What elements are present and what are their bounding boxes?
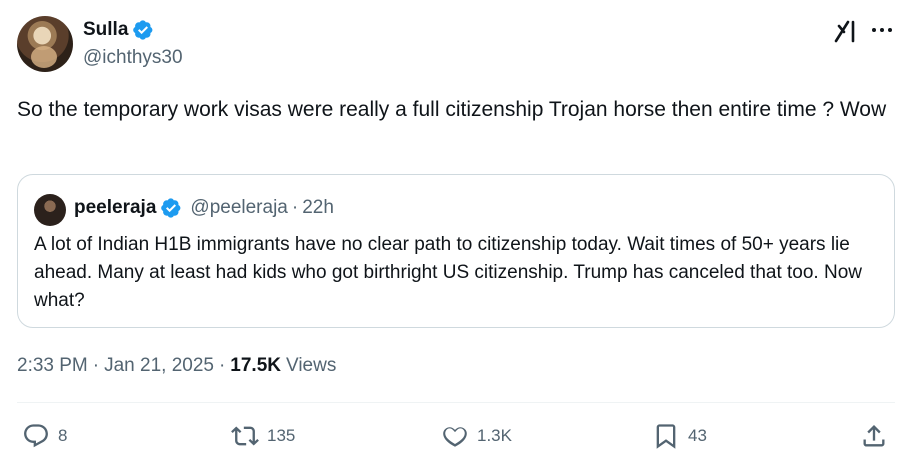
more-icon[interactable] [872,28,894,34]
tweet: Sulla @ichthys30 So the temporary work v… [0,0,904,460]
tweet-meta: 2:33 PM · Jan 21, 2025 · 17.5K Views [17,355,336,377]
tweet-date[interactable]: Jan 21, 2025 [104,355,214,377]
repost-button[interactable]: 135 [231,416,295,456]
reply-count: 8 [58,426,68,445]
quote-time[interactable]: 22h [302,197,334,219]
like-button[interactable]: 1.3K [441,416,512,456]
views-count: 17.5K [230,355,281,376]
verified-badge-icon[interactable] [132,19,154,41]
tweet-time[interactable]: 2:33 PM [17,355,88,377]
meta-separator: · [218,355,226,376]
author-avatar[interactable] [17,16,73,72]
quoted-tweet[interactable]: peeleraja @peeleraja · 22h A lot of Indi… [17,174,895,328]
share-button[interactable] [860,416,888,456]
quote-text: A lot of Indian H1B immigrants have no c… [34,234,863,311]
like-icon [443,427,467,447]
reply-button[interactable]: 8 [22,416,67,456]
share-icon [863,425,885,447]
like-count: 1.3K [477,426,512,445]
repost-icon [231,426,259,446]
bookmark-count: 43 [688,426,707,445]
bookmark-icon [656,424,676,449]
author-handle[interactable]: @ichthys30 [83,47,183,69]
quote-verified-badge-icon[interactable] [160,197,182,219]
divider [17,402,895,403]
action-bar: 8 135 1.3K 43 [0,416,904,456]
author-name-row: Sulla [83,19,154,41]
bookmark-button[interactable]: 43 [652,416,707,456]
grok-icon[interactable] [833,18,859,44]
meta-separator: · [92,355,100,376]
quote-header: peeleraja @peeleraja · 22h [74,197,334,219]
author-display-name[interactable]: Sulla [83,19,128,41]
quote-separator: · [291,197,299,218]
repost-count: 135 [267,426,296,445]
quote-display-name[interactable]: peeleraja [74,197,156,219]
tweet-text: So the temporary work visas were really … [17,98,887,121]
quote-handle[interactable]: @peeleraja [190,197,287,219]
views-label: Views [286,355,337,376]
reply-icon [24,424,48,448]
quote-author-avatar[interactable] [34,194,66,226]
